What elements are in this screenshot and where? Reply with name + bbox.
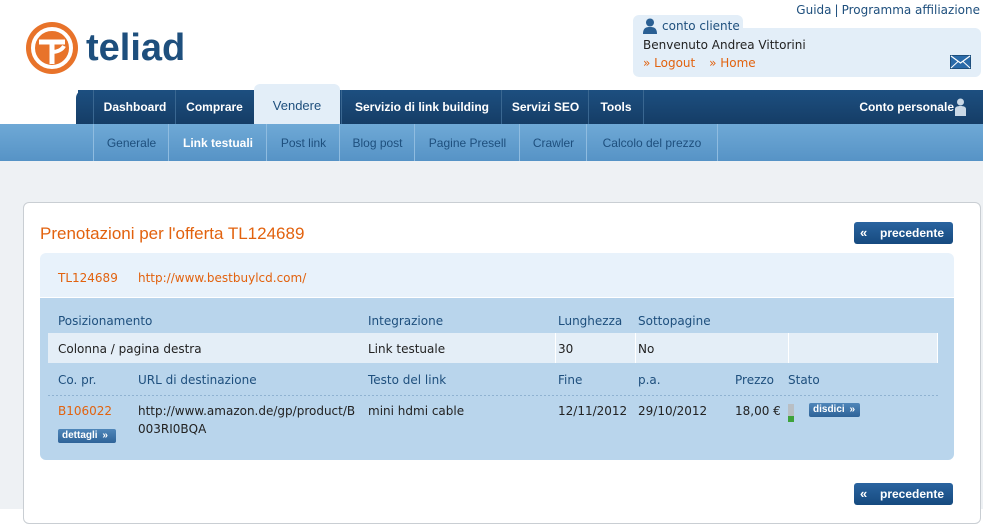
previous-button-bottom[interactable]: « precedente xyxy=(854,483,953,505)
nav-account[interactable]: Conto personale xyxy=(850,90,954,124)
nav-dashboard[interactable]: Dashboard xyxy=(93,90,176,124)
table-divider xyxy=(48,395,938,396)
home-link[interactable]: » Home xyxy=(709,56,756,70)
double-chevron-right-icon: » xyxy=(102,430,108,441)
header-pa: p.a. xyxy=(638,373,661,387)
details-button-label: dettagli xyxy=(62,430,98,441)
top-links-separator: | xyxy=(834,3,839,17)
header-subpages: Sottopagine xyxy=(638,314,711,328)
user-icon xyxy=(643,18,657,34)
previous-button-label: precedente xyxy=(880,226,945,240)
previous-button-label: precedente xyxy=(880,487,945,501)
subnav-post-link[interactable]: Post link xyxy=(266,124,340,161)
main-nav: Dashboard Comprare Vendere Servizio di l… xyxy=(0,84,983,124)
nav-tools[interactable]: Tools xyxy=(588,90,644,124)
subnav-crawler[interactable]: Crawler xyxy=(519,124,587,161)
destination-url-line2: 003RI0BQA xyxy=(138,422,207,436)
header-destination-url: URL di destinazione xyxy=(138,373,257,387)
double-chevron-right-icon: » xyxy=(849,404,856,415)
account-links: » Logout » Home xyxy=(643,56,766,70)
header-positioning: Posizionamento xyxy=(58,314,153,328)
header-length: Lunghezza xyxy=(558,314,623,328)
nav-left-spacer xyxy=(0,90,78,124)
double-chevron-left-icon: « xyxy=(860,486,868,501)
subnav-generale[interactable]: Generale xyxy=(93,124,169,161)
subnav-link-testuali[interactable]: Link testuali xyxy=(168,124,267,161)
account-user-icon[interactable] xyxy=(955,98,966,116)
row-separator xyxy=(635,333,636,363)
nav-comprare[interactable]: Comprare xyxy=(175,90,253,124)
subnav-pagine-presell[interactable]: Pagine Presell xyxy=(414,124,520,161)
header-link-text: Testo del link xyxy=(368,373,447,387)
account-title: conto cliente xyxy=(662,19,740,33)
help-link[interactable]: Guida xyxy=(796,3,831,17)
cell-subpages: No xyxy=(638,342,655,356)
header-code: Co. pr. xyxy=(58,373,97,387)
offer-id: TL124689 xyxy=(58,271,118,285)
price: 18,00 € xyxy=(735,404,781,418)
sub-nav: Generale Link testuali Post link Blog po… xyxy=(0,124,983,161)
nav-vendere[interactable]: Vendere xyxy=(254,84,340,124)
nav-servizi-seo[interactable]: Servizi SEO xyxy=(501,90,589,124)
subnav-blog-post[interactable]: Blog post xyxy=(339,124,415,161)
previous-button-top[interactable]: « precedente xyxy=(854,222,953,244)
logout-link[interactable]: » Logout xyxy=(643,56,695,70)
teliad-logo[interactable]: teliad xyxy=(24,20,185,76)
details-button[interactable]: dettagli » xyxy=(58,429,116,443)
mail-icon[interactable] xyxy=(950,55,971,69)
logo-text: teliad xyxy=(86,27,186,69)
header-end: Fine xyxy=(558,373,583,387)
end-date: 12/11/2012 xyxy=(558,404,628,418)
header-price: Prezzo xyxy=(735,373,775,387)
double-chevron-left-icon: « xyxy=(860,225,868,240)
row-separator xyxy=(937,333,938,363)
row-separator xyxy=(555,333,556,363)
welcome-text: Benvenuto Andrea Vittorini xyxy=(643,38,806,52)
cancel-button-label: disdici xyxy=(813,404,845,415)
status-traffic-light-icon xyxy=(788,404,794,422)
row-separator xyxy=(788,333,789,363)
nav-link-building[interactable]: Servizio di link building xyxy=(341,90,502,124)
cell-integration: Link testuale xyxy=(368,342,446,356)
header-integration: Integrazione xyxy=(368,314,444,328)
nav-left-corner xyxy=(76,90,92,124)
cell-length: 30 xyxy=(558,342,574,356)
booking-code-link[interactable]: B106022 xyxy=(58,404,112,418)
header-status: Stato xyxy=(788,373,820,387)
offer-url-link[interactable]: http://www.bestbuylcd.com/ xyxy=(138,271,306,285)
cell-positioning: Colonna / pagina destra xyxy=(58,342,202,356)
top-links: Guida | Programma affiliazione xyxy=(796,3,980,17)
logo-mark-icon xyxy=(26,22,78,74)
pa-date: 29/10/2012 xyxy=(638,404,708,418)
cancel-booking-button[interactable]: disdici » xyxy=(809,403,860,417)
affiliate-program-link[interactable]: Programma affiliazione xyxy=(842,3,980,17)
page-title: Prenotazioni per l'offerta TL124689 xyxy=(40,224,305,243)
destination-url-line1: http://www.amazon.de/gp/product/B xyxy=(138,404,356,418)
subnav-calcolo-prezzo[interactable]: Calcolo del prezzo xyxy=(586,124,718,161)
link-text: mini hdmi cable xyxy=(368,404,465,418)
